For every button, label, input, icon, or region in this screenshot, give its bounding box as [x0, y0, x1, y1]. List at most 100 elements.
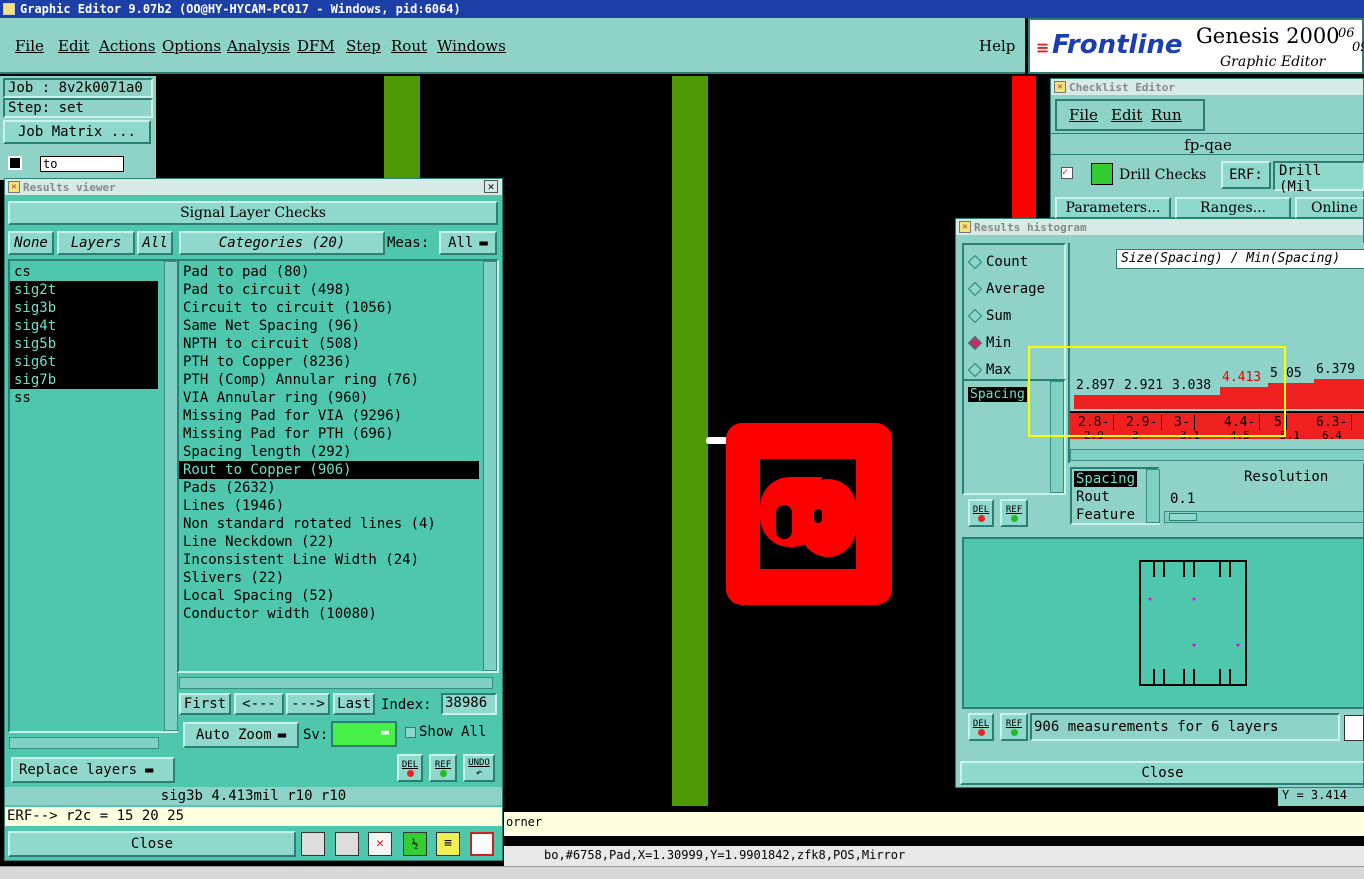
tool-bar-chart-icon[interactable] [301, 832, 325, 856]
window-menu-icon[interactable]: ✕ [959, 221, 971, 233]
auto-zoom-dropdown[interactable]: Auto Zoom ▬ [183, 722, 299, 748]
parameters-button[interactable]: Parameters... [1055, 197, 1171, 219]
axis-item[interactable]: Feature [1074, 507, 1137, 523]
layer-item[interactable]: sig6t [10, 353, 158, 371]
category-item[interactable]: Lines (1946) [179, 497, 479, 515]
category-item[interactable]: Inconsistent Line Width (24) [179, 551, 479, 569]
tool-ref-cross-icon[interactable]: ✕ [368, 832, 392, 856]
checklist-menu-edit[interactable]: Edit [1111, 101, 1142, 131]
erf-value[interactable]: Drill (Mil [1273, 161, 1364, 195]
category-item[interactable]: Slivers (22) [179, 569, 479, 587]
layer-item[interactable]: sig2t [10, 281, 158, 299]
replace-layers-dropdown[interactable]: Replace layers ▬ [11, 757, 175, 783]
first-button[interactable]: First [179, 693, 231, 715]
axis-item[interactable]: Spacing [1074, 471, 1138, 487]
menu-analysis[interactable]: Analysis [227, 31, 290, 61]
menu-help[interactable]: Help [979, 31, 1015, 61]
spacing-list-item[interactable]: Spacing [968, 387, 1027, 402]
slider-thumb[interactable] [1169, 513, 1197, 521]
category-item[interactable]: Pad to circuit (498) [179, 281, 479, 299]
category-item[interactable]: Pads (2632) [179, 479, 479, 497]
axis-item[interactable]: Rout [1074, 489, 1112, 505]
checkbox-icon[interactable] [8, 156, 22, 170]
next-button[interactable]: ---> [286, 693, 330, 715]
category-item[interactable]: Spacing length (292) [179, 443, 479, 461]
hist-del-button[interactable]: DEL [968, 499, 994, 527]
layer-list-scrollbar[interactable] [164, 261, 178, 731]
menu-dfm[interactable]: DFM [297, 31, 335, 61]
meas-dropdown[interactable]: All ▬ [439, 231, 497, 255]
category-list-scrollbar[interactable] [483, 261, 497, 671]
category-item[interactable]: Line Neckdown (22) [179, 533, 479, 551]
window-icon[interactable] [3, 3, 15, 15]
checklist-menu-file[interactable]: File [1069, 101, 1098, 131]
menu-step[interactable]: Step [346, 31, 381, 61]
menu-edit[interactable]: Edit [58, 31, 89, 61]
layer-item[interactable]: ss [10, 389, 158, 407]
preview-ref-button[interactable]: REF [1000, 713, 1028, 741]
category-item[interactable]: Non standard rotated lines (4) [179, 515, 479, 533]
all-layers-button[interactable]: All [137, 231, 173, 255]
category-item[interactable]: Missing Pad for VIA (9296) [179, 407, 479, 425]
index-input[interactable]: 38986 [441, 693, 497, 715]
category-item[interactable]: Local Spacing (52) [179, 587, 479, 605]
online-button[interactable]: Online [1295, 197, 1364, 219]
menu-rout[interactable]: Rout [391, 31, 427, 61]
tool-histogram-icon[interactable] [470, 832, 494, 856]
del-button[interactable]: DEL [397, 754, 423, 782]
window-menu-icon[interactable]: ✕ [8, 181, 20, 193]
histogram-close-button[interactable]: Close [960, 761, 1364, 785]
category-item[interactable]: PTH (Comp) Annular ring (76) [179, 371, 479, 389]
histogram-bar[interactable] [1284, 383, 1314, 409]
last-button[interactable]: Last [333, 693, 375, 715]
category-item[interactable]: Conductor width (10080) [179, 605, 479, 623]
layer-list-hscrollbar[interactable] [9, 737, 159, 749]
checklist-menu-run[interactable]: Run [1151, 101, 1182, 131]
category-item[interactable]: NPTH to circuit (508) [179, 335, 479, 353]
mode-radio-sum[interactable]: Sum [964, 305, 1064, 327]
none-button[interactable]: None [8, 231, 54, 255]
axis-list-scrollbar[interactable] [1146, 469, 1160, 523]
category-item[interactable]: PTH to Copper (8236) [179, 353, 479, 371]
job-matrix-button[interactable]: Job Matrix ... [3, 120, 151, 144]
layer-item[interactable]: sig4t [10, 317, 158, 335]
undo-button[interactable]: UNDO ↶ [463, 754, 495, 782]
resolution-slider[interactable] [1164, 511, 1364, 523]
menu-file[interactable]: File [15, 31, 44, 61]
sv-color-dropdown[interactable]: ▬ [331, 721, 397, 747]
layer-item[interactable]: sig7b [10, 371, 158, 389]
ref-button[interactable]: REF [429, 754, 457, 782]
layers-button[interactable]: Layers [57, 231, 135, 255]
red-pad[interactable] [726, 423, 892, 605]
tool-notes-icon[interactable]: ≡ [436, 832, 460, 856]
close-icon[interactable]: ✕ [484, 180, 498, 193]
category-item[interactable]: Circuit to circuit (1056) [179, 299, 479, 317]
check-enable-checkbox[interactable]: ✓ [1061, 167, 1073, 179]
category-item[interactable]: VIA Annular ring (960) [179, 389, 479, 407]
tool-level-icon[interactable]: ½ [403, 832, 427, 856]
show-all-checkbox[interactable] [405, 727, 416, 738]
results-viewer-close-button[interactable]: Close [8, 831, 296, 857]
categories-button[interactable]: Categories (20) [179, 231, 385, 255]
histogram-bar[interactable] [1314, 379, 1364, 409]
summary-icon[interactable] [1344, 715, 1364, 741]
category-list-hscrollbar[interactable] [179, 677, 493, 689]
layer-item[interactable]: cs [10, 263, 158, 281]
hist-ref-button[interactable]: REF [1000, 499, 1028, 527]
tool-monitor-icon[interactable] [335, 832, 359, 856]
category-item[interactable]: Missing Pad for PTH (696) [179, 425, 479, 443]
layer-item[interactable]: sig5b [10, 335, 158, 353]
menu-options[interactable]: Options [162, 31, 221, 61]
category-item[interactable]: Rout to Copper (906) [179, 461, 479, 479]
ranges-button[interactable]: Ranges... [1175, 197, 1291, 219]
category-item[interactable]: Pad to pad (80) [179, 263, 479, 281]
to-field[interactable]: to [40, 156, 124, 172]
erf-button[interactable]: ERF: [1221, 161, 1271, 189]
histogram-hscrollbar[interactable] [1070, 449, 1364, 461]
category-item[interactable]: Same Net Spacing (96) [179, 317, 479, 335]
preview-del-button[interactable]: DEL [968, 713, 994, 741]
mode-radio-average[interactable]: Average [964, 278, 1064, 300]
prev-button[interactable]: <--- [234, 693, 284, 715]
menu-actions[interactable]: Actions [99, 31, 155, 61]
window-menu-icon[interactable]: ✕ [1054, 81, 1066, 93]
